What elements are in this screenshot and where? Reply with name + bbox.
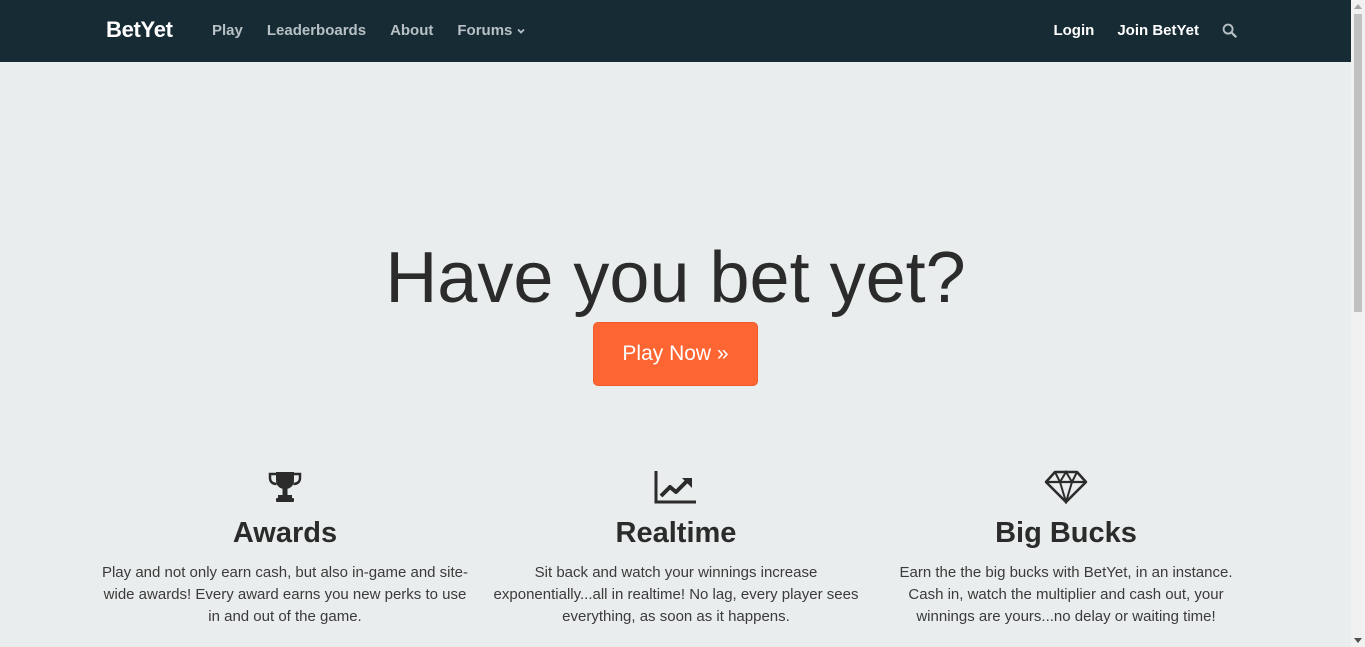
feature-description: Sit back and watch your winnings increas… <box>493 564 859 625</box>
nav-link-label: Leaderboards <box>266 22 367 39</box>
hero-title: Have you bet yet? <box>385 238 966 319</box>
trophy-icon <box>268 472 302 502</box>
nav-link-play[interactable]: Play <box>212 22 243 39</box>
chevron-down-icon <box>517 28 526 34</box>
diamond-icon <box>1044 470 1088 504</box>
join-link[interactable]: Join BetYet <box>1117 22 1199 39</box>
login-link[interactable]: Login <box>1053 22 1094 39</box>
feature-description: Earn the the big bucks with BetYet, in a… <box>899 564 1233 625</box>
top-navbar: BetYet Play Leaderboards About Forums Lo… <box>0 0 1351 62</box>
feature-title: Big Bucks <box>995 517 1137 549</box>
nav-link-label: Play <box>212 22 243 39</box>
scroll-thumb[interactable] <box>1354 14 1362 312</box>
feature-awards: Awards Play and not only earn cash, but … <box>100 470 470 628</box>
primary-nav: Play Leaderboards About Forums <box>212 22 526 39</box>
feature-realtime: Realtime Sit back and watch your winning… <box>491 470 861 628</box>
search-icon[interactable] <box>1222 23 1237 38</box>
brand-logo[interactable]: BetYet <box>106 17 173 43</box>
play-now-button[interactable]: Play Now » <box>593 322 758 386</box>
nav-link-about[interactable]: About <box>390 22 433 39</box>
feature-title: Realtime <box>615 517 737 549</box>
feature-big-bucks: Big Bucks Earn the the big bucks with Be… <box>881 470 1251 628</box>
nav-link-label: About <box>390 22 434 39</box>
feature-description: Play and not only earn cash, but also in… <box>101 564 469 625</box>
account-nav: Login Join BetYet <box>1053 22 1237 39</box>
line-chart-icon <box>654 471 696 504</box>
page-scrollbar[interactable] <box>1351 0 1365 647</box>
feature-title: Awards <box>232 517 338 549</box>
nav-link-leaderboards[interactable]: Leaderboards <box>267 22 366 39</box>
scroll-up-arrow-icon[interactable] <box>1354 4 1362 9</box>
scroll-down-arrow-icon[interactable] <box>1354 638 1362 643</box>
nav-link-label: Forums <box>457 22 513 39</box>
nav-link-forums[interactable]: Forums <box>457 22 526 39</box>
